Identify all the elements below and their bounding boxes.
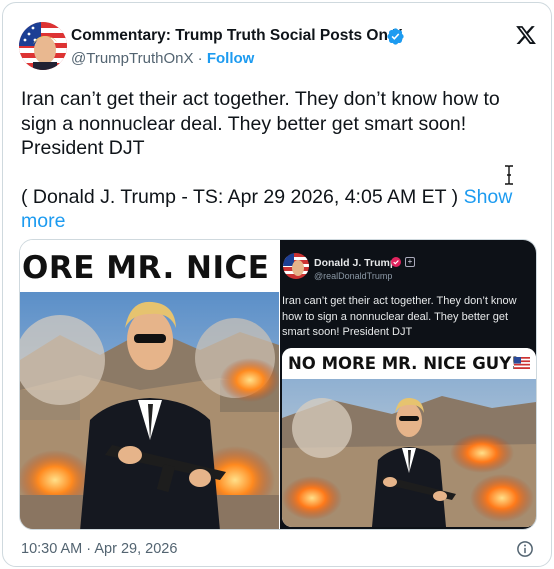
inner-author-name: Donald J. Trump (314, 257, 397, 269)
post-media[interactable]: ORE MR. NICE GU Donald J. Trump + @realD… (19, 239, 537, 530)
post-header: Commentary: Trump Truth Social Posts On … (19, 19, 537, 73)
author-name[interactable]: Commentary: Trump Truth Social Posts On … (71, 27, 403, 45)
media-image-right[interactable]: Donald J. Trump + @realDonaldTrump Iran … (280, 240, 536, 529)
meta-separator: · (193, 50, 207, 67)
inner-post-banner-text: NO MORE MR. NICE GUY! (288, 354, 519, 373)
post-body: Iran can’t get their act together. They … (21, 87, 531, 234)
media-image-left[interactable]: ORE MR. NICE GU (20, 240, 279, 529)
inner-post-photo: NO MORE MR. NICE GUY! (282, 348, 536, 527)
inner-verified-badge-icon (391, 257, 401, 267)
author-handle[interactable]: @TrumpTruthOnX (71, 50, 193, 67)
inner-author-avatar (283, 253, 309, 279)
us-flag-icon (514, 357, 530, 369)
author-avatar[interactable] (19, 22, 67, 70)
inner-post-banner: NO MORE MR. NICE GUY! (282, 348, 536, 379)
post-card[interactable]: Commentary: Trump Truth Social Posts On … (2, 2, 552, 567)
media-banner-left: ORE MR. NICE GU (20, 240, 279, 292)
post-text: Iran can’t get their act together. They … (21, 88, 500, 159)
author-meta: @TrumpTruthOnX · Follow (71, 50, 254, 67)
post-source-text: ( Donald J. Trump - TS: Apr 29 2026, 4:0… (21, 185, 464, 208)
media-banner-left-text: ORE MR. NICE GU (22, 250, 279, 286)
follow-button[interactable]: Follow (207, 50, 255, 67)
post-timestamp[interactable]: 10:30 AM · Apr 29, 2026 (21, 541, 177, 557)
inner-post-text: Iran can’t get their act together. They … (282, 295, 517, 338)
inner-plus-icon: + (405, 257, 415, 267)
verified-badge-icon (387, 28, 404, 45)
post-source-line: ( Donald J. Trump - TS: Apr 29 2026, 4:0… (21, 185, 531, 234)
text-cursor-icon (505, 165, 513, 185)
x-logo-icon[interactable] (515, 24, 537, 46)
info-icon[interactable] (516, 540, 534, 558)
inner-author-handle: @realDonaldTrump (314, 271, 393, 281)
